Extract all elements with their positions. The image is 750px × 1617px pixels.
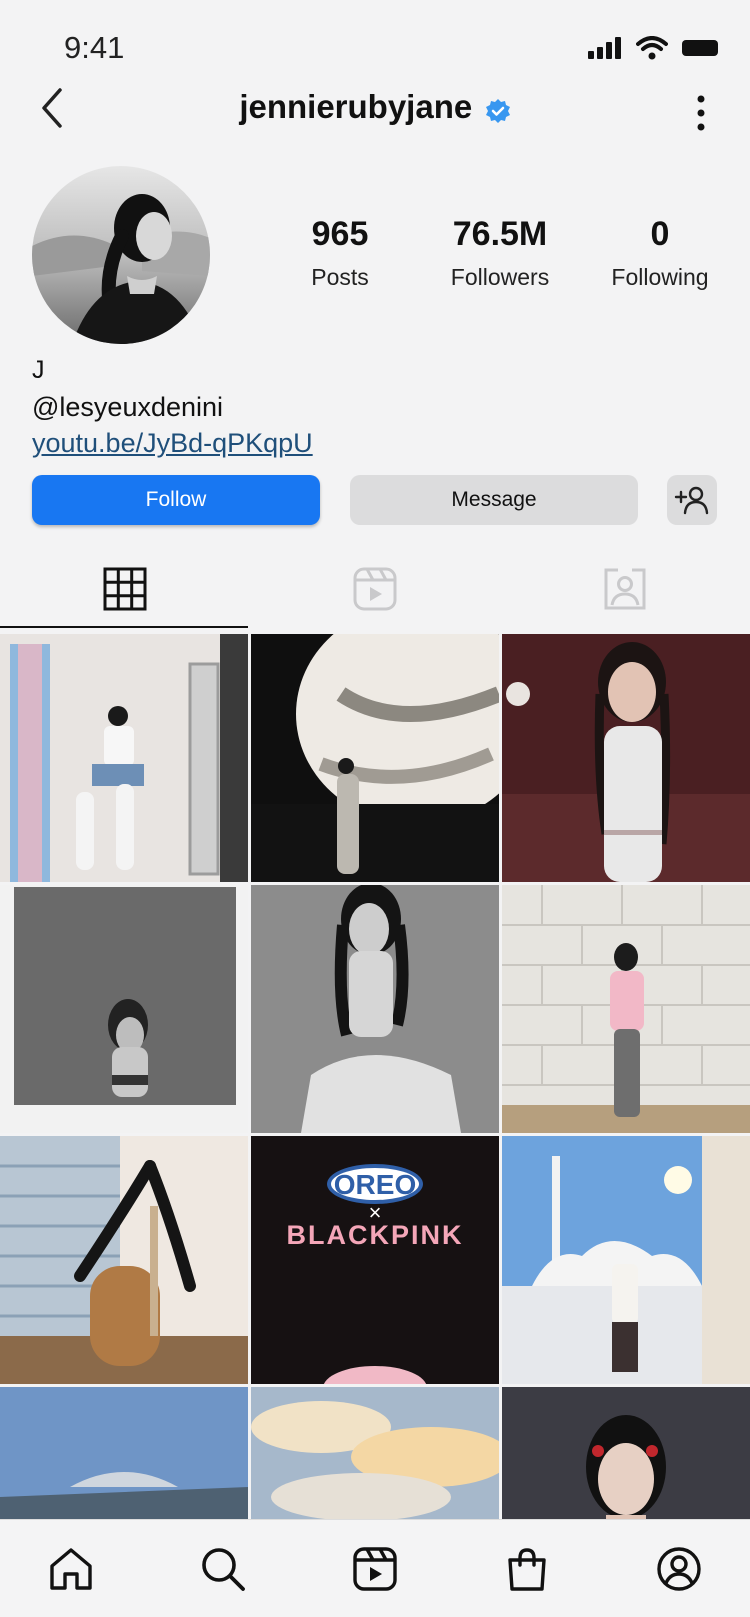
battery-icon: [682, 40, 718, 56]
suggested-users-button[interactable]: [667, 475, 717, 525]
nav-reels[interactable]: [348, 1542, 402, 1596]
stat-followers[interactable]: 76.5M Followers: [430, 214, 570, 291]
nav-search[interactable]: [196, 1542, 250, 1596]
tagged-icon: [604, 568, 646, 610]
wifi-icon: [636, 36, 668, 60]
post-thumbnail[interactable]: [0, 1387, 248, 1519]
oreo-logo-text: OREO: [334, 1169, 416, 1200]
status-time: 9:41: [64, 30, 125, 65]
stat-label: Posts: [311, 264, 369, 290]
nav-home[interactable]: [44, 1542, 98, 1596]
post-thumbnail[interactable]: [0, 885, 248, 1133]
oreo-post[interactable]: OREO × BLACKPINK: [251, 1136, 499, 1384]
posts-grid: OREO × BLACKPINK: [0, 634, 750, 1519]
post-thumbnail[interactable]: [251, 1387, 499, 1519]
stat-value: 0: [650, 215, 670, 253]
post-thumbnail[interactable]: [0, 634, 248, 882]
reels-icon: [353, 1547, 397, 1591]
add-user-icon: [674, 486, 709, 515]
verified-badge-icon: [485, 98, 510, 123]
home-icon: [50, 1548, 92, 1590]
stat-value: 965: [311, 215, 369, 253]
nav-shop[interactable]: [500, 1542, 554, 1596]
tab-reels[interactable]: [250, 550, 500, 628]
bottom-navigation: [0, 1519, 750, 1617]
more-options-icon[interactable]: [686, 88, 716, 138]
follow-button[interactable]: Follow: [32, 475, 320, 525]
tab-tagged[interactable]: [500, 550, 750, 628]
post-thumbnail[interactable]: [251, 885, 499, 1133]
status-icons: [588, 36, 720, 60]
shop-icon: [508, 1548, 546, 1591]
blackpink-text: BLACKPINK: [287, 1220, 464, 1250]
reels-icon: [353, 567, 397, 611]
message-button[interactable]: Message: [350, 475, 638, 525]
active-tab-indicator: [0, 626, 248, 628]
tab-posts-grid[interactable]: [0, 550, 250, 628]
post-thumbnail[interactable]: [502, 1136, 750, 1384]
bio-handle-link[interactable]: @lesyeuxdenini: [32, 392, 223, 423]
profile-header: jennierubyjane: [0, 78, 750, 150]
title-wrap: jennierubyjane: [0, 88, 750, 127]
nav-profile[interactable]: [652, 1542, 706, 1596]
bio-website-link[interactable]: youtu.be/JyBd-qPKqpU: [32, 428, 313, 459]
status-bar: 9:41: [0, 0, 750, 90]
stat-label: Following: [611, 264, 709, 290]
grid-icon: [103, 567, 147, 611]
post-thumbnail[interactable]: [502, 634, 750, 882]
profile-username: jennierubyjane: [239, 88, 473, 125]
profile-avatar[interactable]: [32, 166, 210, 344]
profile-stats: 965 Posts 76.5M Followers 0 Following: [270, 214, 730, 291]
profile-icon: [657, 1547, 701, 1591]
stat-posts[interactable]: 965 Posts: [270, 214, 410, 291]
post-thumbnail[interactable]: [0, 1136, 248, 1384]
post-thumbnail[interactable]: [251, 634, 499, 882]
stat-label: Followers: [450, 264, 550, 290]
bio-name: J: [32, 356, 45, 384]
profile-tabs: [0, 550, 750, 630]
signal-icon: [588, 37, 621, 59]
post-thumbnail[interactable]: [502, 885, 750, 1133]
stat-value: 76.5M: [452, 215, 548, 253]
search-icon: [202, 1548, 245, 1591]
post-thumbnail[interactable]: [502, 1387, 750, 1519]
stat-following[interactable]: 0 Following: [590, 214, 730, 291]
